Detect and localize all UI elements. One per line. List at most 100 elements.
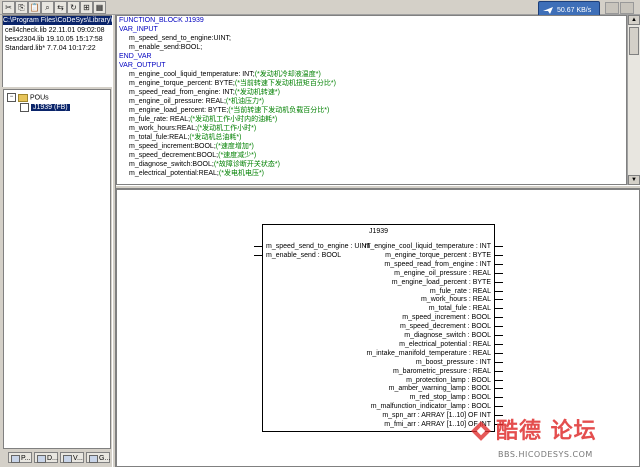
fb-output-pin[interactable]: m_diagnose_switch : BOOL [404, 332, 491, 340]
watermark: 酷德 论坛 BBS.HICODESYS.COM [470, 416, 630, 464]
refresh-icon[interactable]: ↻ [67, 1, 80, 14]
fb-output-pin[interactable]: m_fule_rate : REAL [430, 288, 491, 296]
fb-output-wire [495, 406, 503, 408]
library-path[interactable]: C:\Program Files\CoDeSys\Library\J [3, 16, 113, 25]
declaration-line: m_work_hours:REAL;(*发动机工作小时*) [129, 125, 256, 133]
fb-output-wire [495, 343, 503, 345]
fb-output-wire [495, 370, 503, 372]
declaration-line: m_speed_increment:BOOL;(*速度增加*) [129, 143, 254, 151]
fb-output-wire [495, 388, 503, 390]
tab-visualizations[interactable]: V... [60, 452, 84, 463]
scroll-up-icon[interactable]: ▲ [628, 15, 640, 25]
declaration-code: m_enable_send:BOOL; [129, 44, 203, 51]
function-block[interactable]: J1939 m_engine_cool_liquid_temperature :… [262, 224, 495, 432]
visualizations-tab-icon [63, 455, 72, 463]
declaration-code: m_speed_decrement:BOOL; [129, 152, 219, 159]
fb-output-pin[interactable]: m_speed_decrement : BOOL [400, 323, 491, 331]
declaration-line: m_speed_read_from_engine: INT;(*发动机转速*) [129, 89, 280, 97]
declaration-line: VAR_OUTPUT [119, 62, 166, 70]
data-types-tab-icon [37, 455, 46, 463]
fb-output-wire [495, 299, 503, 301]
declaration-comment: (*当前转速下发动机负载百分比*) [228, 107, 330, 114]
declaration-code: VAR_OUTPUT [119, 62, 166, 69]
fb-output-pin[interactable]: m_electrical_potential : REAL [399, 341, 491, 349]
paste-icon[interactable]: 📋 [28, 1, 41, 14]
declaration-scrollbar[interactable]: ▲ ▼ [627, 15, 640, 185]
declaration-editor[interactable]: FUNCTION_BLOCK J1939 VAR_INPUT m_speed_sen… [116, 15, 627, 185]
replace-icon[interactable]: ⇆ [54, 1, 67, 14]
find-icon[interactable]: ⌕ [41, 1, 54, 14]
declaration-code: m_diagnose_switch:BOOL; [129, 161, 214, 168]
declaration-line: m_electrical_potential:REAL;(*发电机电压*) [129, 170, 264, 178]
library-item[interactable]: cell4check.lib 22.11.01 09:02:08 [5, 27, 105, 34]
fb-output-pin[interactable]: m_speed_read_from_engine : INT [384, 261, 491, 269]
declaration-line: END_VAR [119, 53, 152, 61]
folder-icon [18, 93, 28, 102]
copy-icon[interactable]: ⎘ [15, 1, 28, 14]
tray-icon-2[interactable] [620, 2, 634, 14]
fb-output-pin[interactable]: m_protection_lamp : BOOL [406, 377, 491, 385]
declaration-comment: (*速度增加*) [215, 143, 254, 150]
fb-input-pin[interactable]: m_enable_send : BOOL [266, 252, 341, 260]
tree-folder-label: POUs [30, 94, 49, 102]
fb-output-pin[interactable]: m_red_stop_lamp : BOOL [410, 394, 491, 402]
pou-tree[interactable]: − POUs J1939 (FB) [3, 89, 111, 449]
declaration-code: m_electrical_potential:REAL; [129, 170, 219, 177]
grid-icon[interactable]: ⊞ [80, 1, 93, 14]
fb-output-wire [495, 397, 503, 399]
declaration-code: m_engine_load_percent: BYTE; [129, 107, 229, 114]
fb-output-pin[interactable]: m_engine_oil_pressure : REAL [394, 270, 491, 278]
declaration-comment: (*机油压力*) [225, 98, 265, 105]
collapse-icon[interactable]: − [7, 93, 16, 102]
declaration-comment: (*速度减少*) [218, 152, 257, 159]
library-item[interactable]: besx2304.lib 19.10.05 15:17:58 [5, 36, 103, 43]
fb-output-wire [495, 281, 503, 283]
fb-output-wire [495, 263, 503, 265]
fb-input-wire [254, 246, 262, 247]
fb-output-pin[interactable]: m_speed_increment : BOOL [402, 314, 491, 322]
declaration-line: m_engine_oil_pressure: REAL;(*机油压力*) [129, 98, 264, 106]
fb-output-pin[interactable]: m_engine_torque_percent : BYTE [385, 252, 491, 260]
fb-output-wire [495, 361, 503, 363]
watermark-url: BBS.HICODESYS.COM [498, 450, 593, 459]
fb-output-pin[interactable]: m_engine_cool_liquid_temperature : INT [365, 243, 491, 251]
fb-output-pin[interactable]: m_intake_manifold_temperature : REAL [366, 350, 491, 358]
fb-output-pin[interactable]: m_work_hours : REAL [421, 296, 491, 304]
declaration-code: m_speed_increment:BOOL; [129, 143, 216, 150]
fb-output-wire [495, 352, 503, 354]
fb-output-pin[interactable]: m_total_fule : REAL [429, 305, 491, 313]
tray-icon-1[interactable] [605, 2, 619, 14]
fb-output-pin[interactable]: m_boost_pressure : INT [416, 359, 491, 367]
tab-resources[interactable]: G... [86, 452, 110, 463]
fb-output-pin[interactable]: m_amber_warning_lamp : BOOL [389, 385, 491, 393]
fb-output-wire [495, 272, 503, 274]
declaration-code: m_work_hours:REAL; [129, 125, 198, 132]
table-icon[interactable]: ▦ [93, 1, 106, 14]
declaration-comment: (*发电机电压*) [218, 170, 265, 177]
tab-pous[interactable]: P... [8, 452, 32, 463]
fb-output-wire [495, 246, 503, 247]
scroll-thumb[interactable] [629, 27, 639, 55]
pous-tab-icon [11, 455, 20, 463]
cut-icon[interactable]: ✂ [2, 1, 15, 14]
declaration-code: m_speed_send_to_engine:UINT; [129, 35, 231, 42]
library-list[interactable]: C:\Program Files\CoDeSys\Library\J cell4… [2, 15, 114, 89]
declaration-line: m_enable_send:BOOL; [129, 44, 202, 52]
watermark-logo-icon [471, 421, 491, 441]
scroll-down-icon[interactable]: ▼ [628, 175, 640, 185]
fb-output-pin[interactable]: m_barometric_pressure : REAL [393, 368, 491, 376]
library-item[interactable]: Standard.lib* 7.7.04 10:17:22 [5, 45, 96, 52]
tab-data-types[interactable]: D... [34, 452, 58, 463]
declaration-line: m_diagnose_switch:BOOL;(*故障诊断开关状态*) [129, 161, 280, 169]
declaration-line: FUNCTION_BLOCK J1939 [119, 17, 204, 25]
declaration-comment: (*发动机总油耗*) [189, 134, 242, 141]
fb-output-wire [495, 308, 503, 310]
fb-output-pin[interactable]: m_malfunction_indicator_lamp : BOOL [371, 403, 491, 411]
declaration-comment: (*发动机工作小时内的油耗*) [190, 116, 278, 123]
fb-output-wire [495, 317, 503, 319]
fb-output-pin[interactable]: m_engine_load_percent : BYTE [392, 279, 491, 287]
fb-input-pin[interactable]: m_speed_send_to_engine : UINT [266, 243, 371, 251]
tree-folder-pous[interactable]: − POUs [7, 93, 49, 102]
tree-item-label: J1939 (FB) [31, 104, 70, 112]
tree-item-j1939[interactable]: J1939 (FB) [20, 103, 70, 112]
